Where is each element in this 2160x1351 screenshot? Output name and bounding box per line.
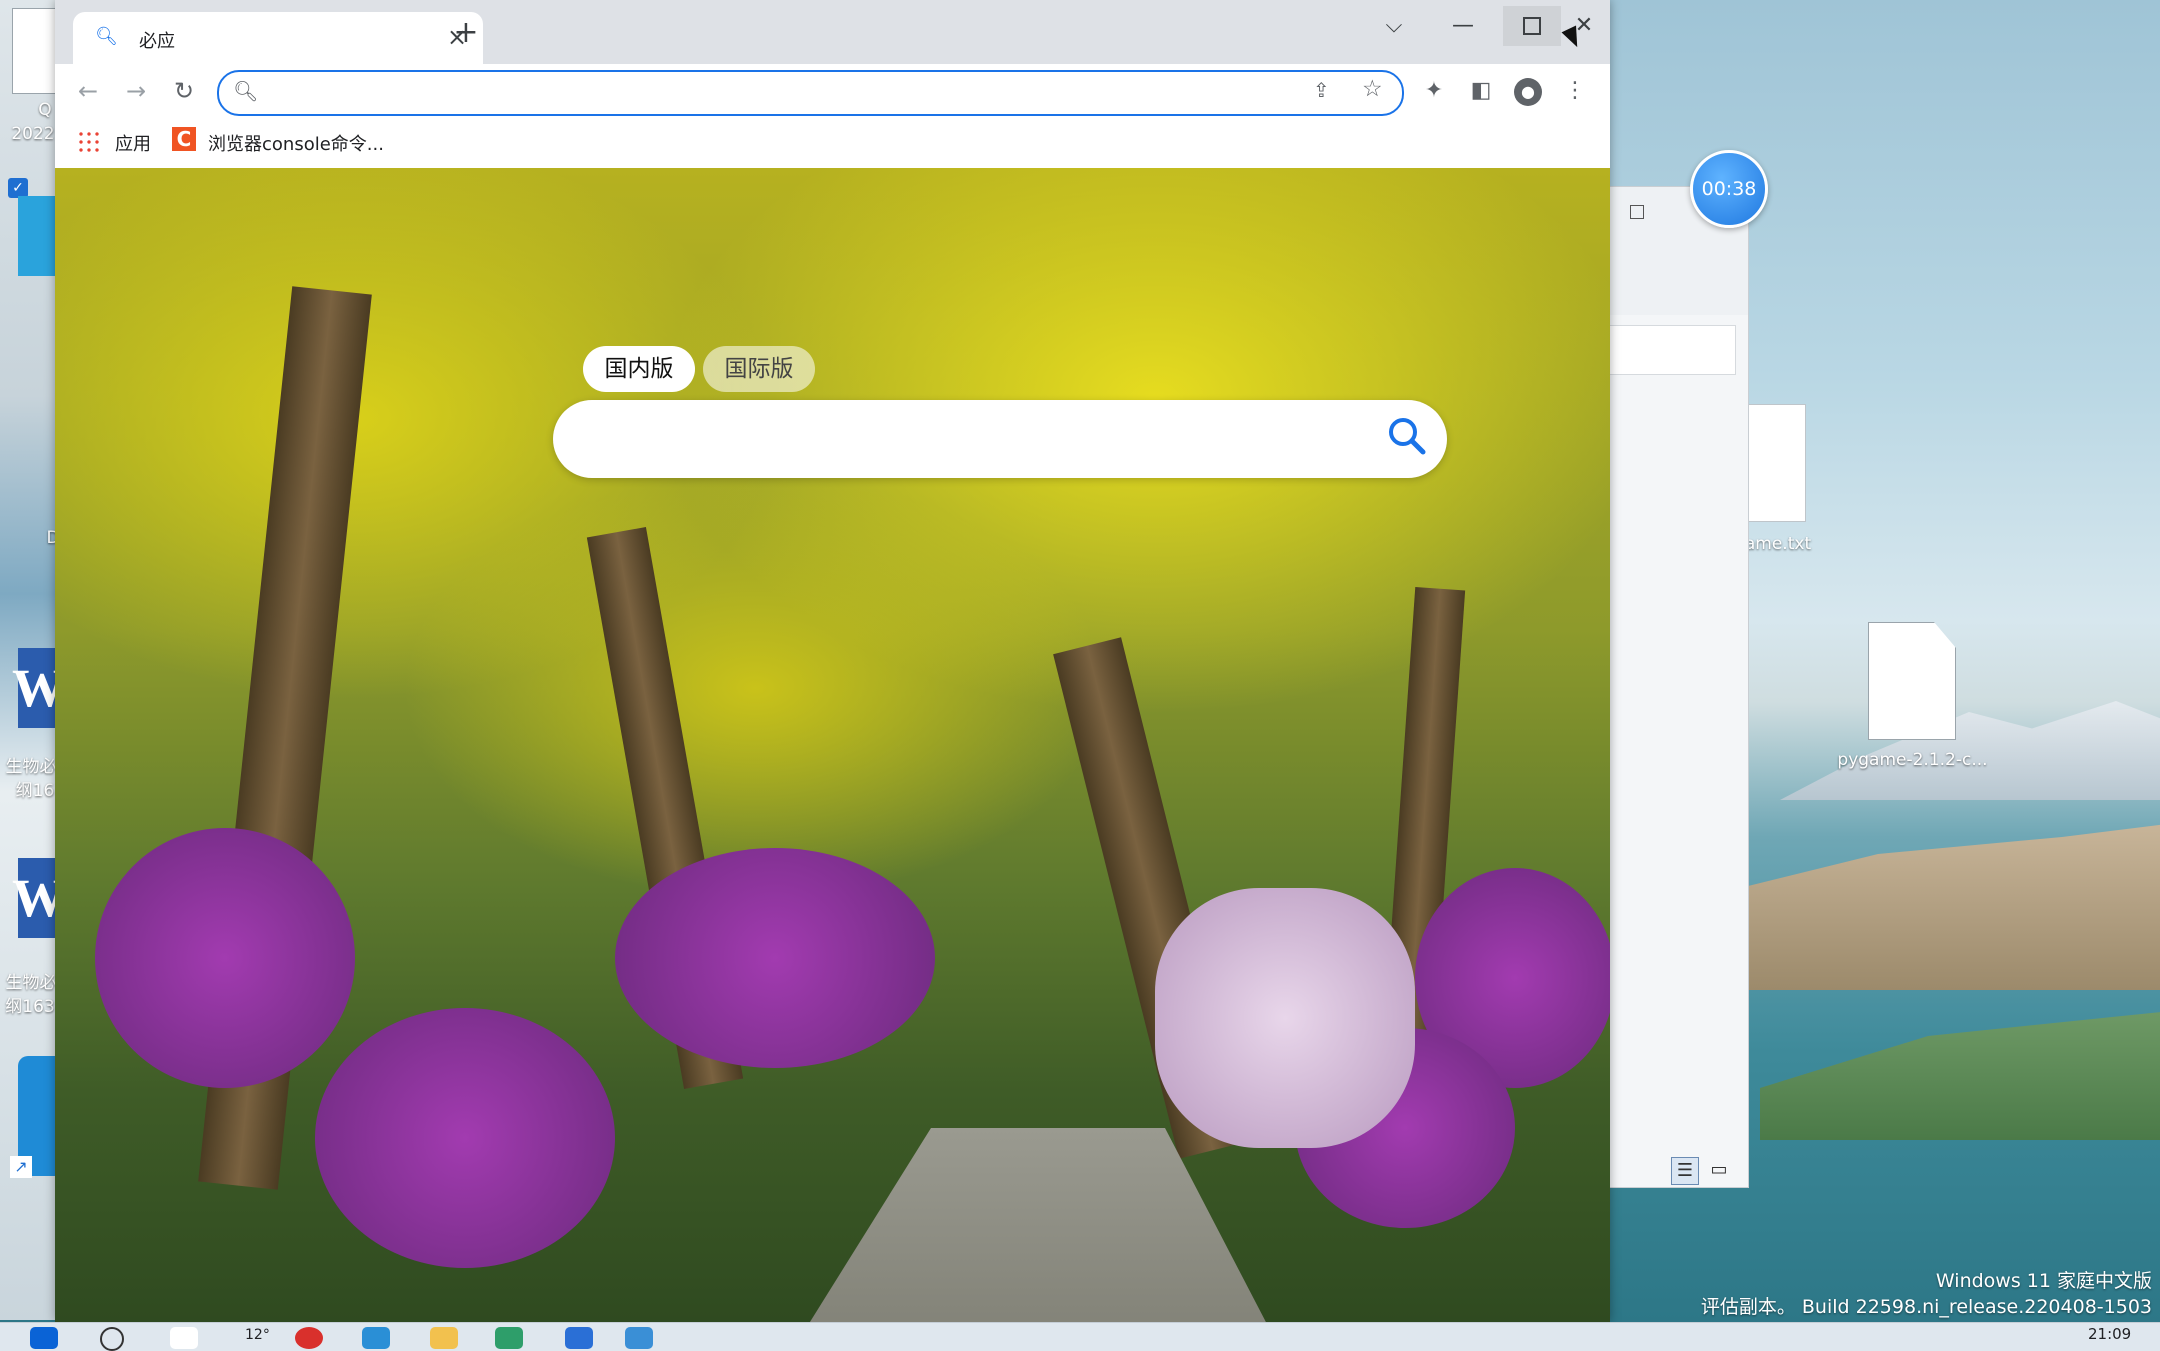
bookmark-apps[interactable]: 应用: [115, 130, 151, 156]
avatar-icon: ●: [1514, 78, 1542, 106]
maximize-icon: [1523, 17, 1541, 35]
search-input[interactable]: [589, 420, 1353, 460]
purple-flowers: [95, 828, 355, 1088]
app-taskbar-icon[interactable]: [495, 1327, 523, 1349]
extensions-puzzle-icon[interactable]: ✦: [1414, 72, 1454, 110]
chrome-window: 🔍︎ 必应 × + ⌵ — ✕ ← → ↻ 🔍︎ ⇪ ☆ ✦ ◧ ● ⋮ 应用 …: [55, 0, 1610, 1322]
watermark-build: 评估副本。 Build 22598.ni_release.220408-1503: [1700, 1296, 2152, 1318]
shortcut-arrow-icon: ↗: [10, 1156, 32, 1178]
bookmark-console-commands[interactable]: 浏览器console命令...: [208, 130, 384, 156]
forward-button[interactable]: →: [117, 72, 155, 110]
new-tab-button[interactable]: +: [445, 12, 487, 54]
search-icon: 🔍︎: [95, 26, 118, 47]
desktop-icon-label: 纲163: [5, 997, 55, 1017]
share-icon[interactable]: ⇪: [1313, 78, 1330, 102]
purple-flowers: [615, 848, 935, 1068]
bing-homepage: 国内版 国际版: [55, 168, 1610, 1322]
address-bar[interactable]: 🔍︎ ⇪ ☆: [217, 70, 1404, 116]
magnifier-icon[interactable]: [1383, 412, 1431, 460]
system-clock[interactable]: 21:09: [2088, 1325, 2131, 1343]
tab-bing[interactable]: 🔍︎ 必应 ×: [73, 12, 483, 64]
purple-flowers: [315, 1008, 615, 1268]
tiles-view-icon[interactable]: ▭: [1706, 1157, 1732, 1183]
tab-strip: 🔍︎ 必应 × + ⌵ — ✕: [55, 0, 1610, 64]
desktop-icon-label: ame.txt: [1744, 534, 1812, 554]
reload-button[interactable]: ↻: [165, 72, 203, 110]
desktop-file-thumbnail[interactable]: [12, 8, 60, 94]
address-input[interactable]: [267, 78, 1271, 106]
wallpaper-mountain: [1780, 701, 2160, 800]
start-windows-icon[interactable]: [30, 1327, 58, 1349]
word-document-icon[interactable]: W: [12, 858, 66, 938]
timer-value: 00:38: [1701, 178, 1757, 200]
more-menu-icon[interactable]: ⋮: [1555, 72, 1595, 110]
tab-international[interactable]: 国际版: [703, 346, 815, 392]
file-icon[interactable]: [1868, 622, 1956, 740]
desktop-app-icon[interactable]: [18, 196, 60, 276]
chrome-taskbar-icon[interactable]: [295, 1327, 323, 1349]
calendar-icon[interactable]: [565, 1327, 593, 1349]
word-document-icon[interactable]: W: [12, 648, 66, 728]
weather-temperature[interactable]: 12°: [245, 1327, 270, 1343]
bing-search-box[interactable]: [553, 400, 1447, 478]
settings-gear-icon[interactable]: [625, 1327, 653, 1349]
details-view-icon[interactable]: ☰: [1671, 1157, 1699, 1185]
checkbox-icon[interactable]: ✓: [8, 178, 28, 198]
c-logo-icon[interactable]: C: [172, 127, 196, 151]
maximize-icon[interactable]: [1630, 205, 1644, 219]
minimize-button[interactable]: —: [1434, 6, 1492, 46]
apps-grid-icon[interactable]: [77, 130, 101, 154]
tab-domestic[interactable]: 国内版: [583, 346, 695, 392]
desktop-icon-label: 生物必: [5, 757, 57, 777]
text-file-icon[interactable]: [1748, 404, 1806, 522]
app-taskbar-icon[interactable]: [362, 1327, 390, 1349]
tab-search-chevron-icon[interactable]: ⌵: [1365, 6, 1423, 46]
desktop-icon-label: 纲16: [15, 781, 55, 801]
garden-path: [775, 1128, 1295, 1322]
bookmarks-bar: 应用 C 浏览器console命令...: [55, 118, 1610, 168]
browser-toolbar: ← → ↻ 🔍︎ ⇪ ☆ ✦ ◧ ● ⋮: [55, 64, 1610, 118]
taskbar: 12° 21:09: [0, 1322, 2160, 1351]
side-panel-icon[interactable]: ◧: [1461, 72, 1501, 110]
file-explorer-icon[interactable]: [430, 1327, 458, 1349]
bookmark-star-icon[interactable]: ☆: [1362, 76, 1383, 102]
profile-button[interactable]: ●: [1508, 72, 1548, 110]
tab-title: 必应: [139, 31, 175, 52]
explorer-search-field[interactable]: [1606, 325, 1736, 375]
wallpaper-field: [1740, 820, 2160, 990]
pink-flowers: [1155, 888, 1415, 1148]
windows-watermark: Windows 11 家庭中文版 评估副本。 Build 22598.ni_re…: [1701, 1268, 2152, 1320]
wallpaper-meadow: [1760, 1010, 2160, 1140]
timer-bubble[interactable]: 00:38: [1690, 150, 1768, 228]
maximize-button[interactable]: [1503, 6, 1561, 46]
desktop-icon-label: pygame-2.1.2-c...: [1837, 750, 1988, 770]
task-view-icon[interactable]: [170, 1327, 198, 1349]
search-icon: 🔍︎: [233, 79, 259, 103]
desktop-icon-label: 生物必: [5, 973, 57, 993]
explorer-window-background[interactable]: ☰ ▭: [1600, 186, 1749, 1188]
watermark-edition: Windows 11 家庭中文版: [1935, 1270, 2152, 1292]
desktop-icon-label: 2022: [11, 124, 55, 144]
back-button[interactable]: ←: [69, 72, 107, 110]
search-icon[interactable]: [100, 1327, 124, 1351]
